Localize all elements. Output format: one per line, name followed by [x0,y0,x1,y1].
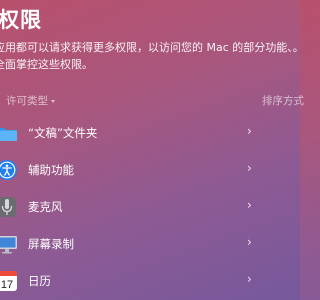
sort-options-label[interactable]: 排序方式 [262,93,304,108]
column-header-label: 许可类型 [6,95,48,107]
list-item-label: 辅助功能 [28,163,74,177]
list-item-accessibility[interactable]: 辅助功能 › [0,152,300,189]
screen-recording-icon [0,232,18,256]
calendar-day: 17 [1,279,13,291]
column-header-permission-type[interactable]: 许可类型 [6,93,55,108]
chevron-right-icon: › [247,161,252,175]
chevron-right-icon: › [247,124,252,138]
calendar-icon: 17 [0,269,18,293]
folder-icon [0,121,18,145]
list-item-label: “文稿”文件夹 [28,126,98,140]
chevron-right-icon: › [247,235,252,249]
chevron-right-icon: › [247,198,252,212]
list-item-calendar[interactable]: 17 日历 › [0,263,300,300]
page-description: 应用都可以请求获得更多权限，以访问您的 Mac 的部分功能、。全面掌控这些权限。 [0,41,304,71]
list-item-label: 屏幕录制 [28,237,74,251]
sort-down-icon [51,99,55,103]
list-item-microphone[interactable]: 麦克风 › [0,189,300,226]
page-title: 权限 [0,8,42,32]
list-item-label: 日历 [28,274,51,288]
list-item-documents-folder[interactable]: “文稿”文件夹 › [0,115,300,152]
accessibility-icon [0,158,18,182]
chevron-right-icon: › [247,272,252,286]
list-item-label: 麦克风 [28,200,63,214]
microphone-icon [0,195,18,219]
list-item-screen-recording[interactable]: 屏幕录制 › [0,226,300,263]
